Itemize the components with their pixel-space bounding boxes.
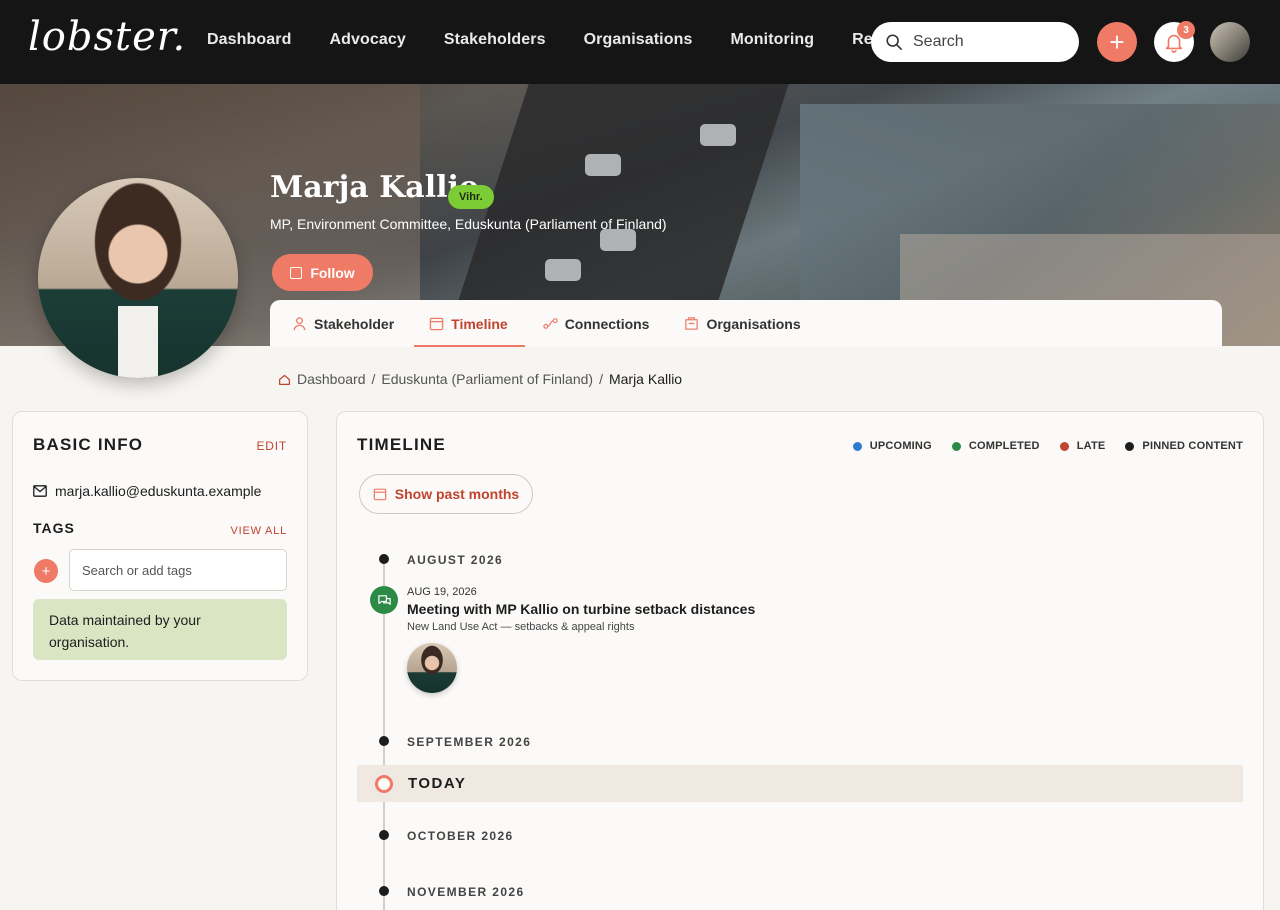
timeline-title: TIMELINE (357, 435, 446, 454)
timeline-legend: UPCOMING COMPLETED LATE PINNED CONTENT (852, 440, 1243, 452)
nav-dashboard[interactable]: Dashboard (207, 31, 291, 49)
profile-tabs: Stakeholder Timeline Connections Organis… (270, 300, 1222, 347)
main-menu: Dashboard Advocacy Stakeholders Organisa… (207, 31, 951, 49)
nav-advocacy[interactable]: Advocacy (329, 31, 405, 49)
plus-icon: + (41, 562, 51, 580)
search-icon (886, 34, 903, 51)
basic-info-title: BASIC INFO (33, 435, 144, 454)
view-all-tags-link[interactable]: VIEW ALL (230, 525, 287, 537)
breadcrumb-organisation[interactable]: Eduskunta (Parliament of Finland) (381, 371, 593, 387)
breadcrumb-dashboard[interactable]: Dashboard (297, 371, 366, 387)
tab-timeline[interactable]: Timeline (414, 300, 525, 347)
tag-search-input[interactable] (69, 549, 287, 591)
breadcrumb-separator: / (371, 371, 376, 387)
event-subtitle: New Land Use Act — setbacks & appeal rig… (407, 621, 635, 633)
nav-stakeholders[interactable]: Stakeholders (444, 31, 546, 49)
envelope-icon (33, 485, 47, 497)
nav-monitoring[interactable]: Monitoring (730, 31, 814, 49)
home-icon (279, 374, 290, 385)
follow-button[interactable]: Follow (272, 254, 373, 291)
party-badge: Vihr. (448, 185, 494, 209)
building-icon (685, 317, 699, 330)
tab-stakeholder[interactable]: Stakeholder (292, 300, 394, 347)
search-box[interactable] (871, 22, 1079, 62)
legend-completed: COMPLETED (951, 440, 1040, 452)
tab-organisations[interactable]: Organisations (684, 300, 801, 347)
month-label: AUGUST 2026 (407, 553, 504, 567)
stakeholder-role: MP, Environment Committee, Eduskunta (Pa… (270, 216, 667, 232)
month-marker (379, 830, 389, 840)
tags-title: TAGS (33, 520, 75, 536)
show-past-months-button[interactable]: Show past months (359, 474, 533, 514)
upcoming-dot-icon (852, 441, 862, 451)
tab-label: Timeline (451, 315, 508, 332)
month-marker (379, 886, 389, 896)
legend-late: LATE (1059, 440, 1106, 452)
event-title[interactable]: Meeting with MP Kallio on turbine setbac… (407, 601, 755, 617)
event-date: AUG 19, 2026 (407, 586, 477, 598)
legend-upcoming: UPCOMING (852, 440, 932, 452)
event-participant-avatar[interactable] (407, 643, 457, 693)
plus-icon: + (1109, 27, 1125, 57)
breadcrumb: Dashboard / Eduskunta (Parliament of Fin… (278, 371, 682, 387)
month-marker (379, 554, 389, 564)
top-navigation: lobster. Dashboard Advocacy Stakeholders… (0, 0, 1280, 84)
profile-photo (38, 178, 238, 378)
lobster-logo[interactable]: lobster. (28, 14, 186, 60)
breadcrumb-separator: / (599, 371, 603, 387)
email-address: marja.kallio@eduskunta.example (55, 483, 262, 499)
nav-organisations[interactable]: Organisations (584, 31, 693, 49)
add-tag-button[interactable]: + (34, 559, 58, 583)
breadcrumb-current: Marja Kallio (608, 371, 683, 387)
month-marker (379, 736, 389, 746)
pinned-dot-icon (1125, 441, 1135, 451)
notification-count-badge: 3 (1177, 21, 1195, 39)
connections-icon (543, 318, 558, 329)
today-row (357, 765, 1243, 802)
search-input[interactable] (913, 33, 1063, 51)
data-maintained-note: Data maintained by your organisation. (33, 599, 287, 660)
calendar-icon (429, 317, 444, 331)
today-marker-icon (375, 775, 393, 793)
tab-label: Connections (564, 315, 650, 332)
checkbox-icon (290, 266, 303, 279)
person-icon (293, 317, 306, 331)
event-status-icon[interactable] (370, 586, 398, 614)
calendar-icon (373, 488, 387, 501)
edit-link[interactable]: EDIT (256, 439, 287, 453)
month-label: OCTOBER 2026 (407, 829, 514, 843)
user-avatar[interactable] (1210, 22, 1250, 62)
late-dot-icon (1059, 441, 1069, 451)
tab-label: Organisations (706, 315, 801, 332)
add-button[interactable]: + (1097, 22, 1137, 62)
email-row[interactable]: marja.kallio@eduskunta.example (33, 483, 261, 499)
follow-label: Follow (310, 264, 355, 281)
basic-info-card: BASIC INFO EDIT marja.kallio@eduskunta.e… (12, 411, 308, 681)
chat-icon (377, 594, 391, 605)
month-label: SEPTEMBER 2026 (407, 735, 532, 749)
tab-connections[interactable]: Connections (543, 300, 650, 347)
timeline-card: TIMELINE UPCOMING COMPLETED LATE PINNED … (336, 411, 1264, 910)
show-past-months-label: Show past months (394, 486, 520, 502)
month-label: NOVEMBER 2026 (407, 885, 525, 899)
tab-label: Stakeholder (314, 315, 395, 332)
today-label: TODAY (408, 775, 467, 792)
legend-pinned: PINNED CONTENT (1125, 440, 1243, 452)
completed-dot-icon (951, 441, 961, 451)
